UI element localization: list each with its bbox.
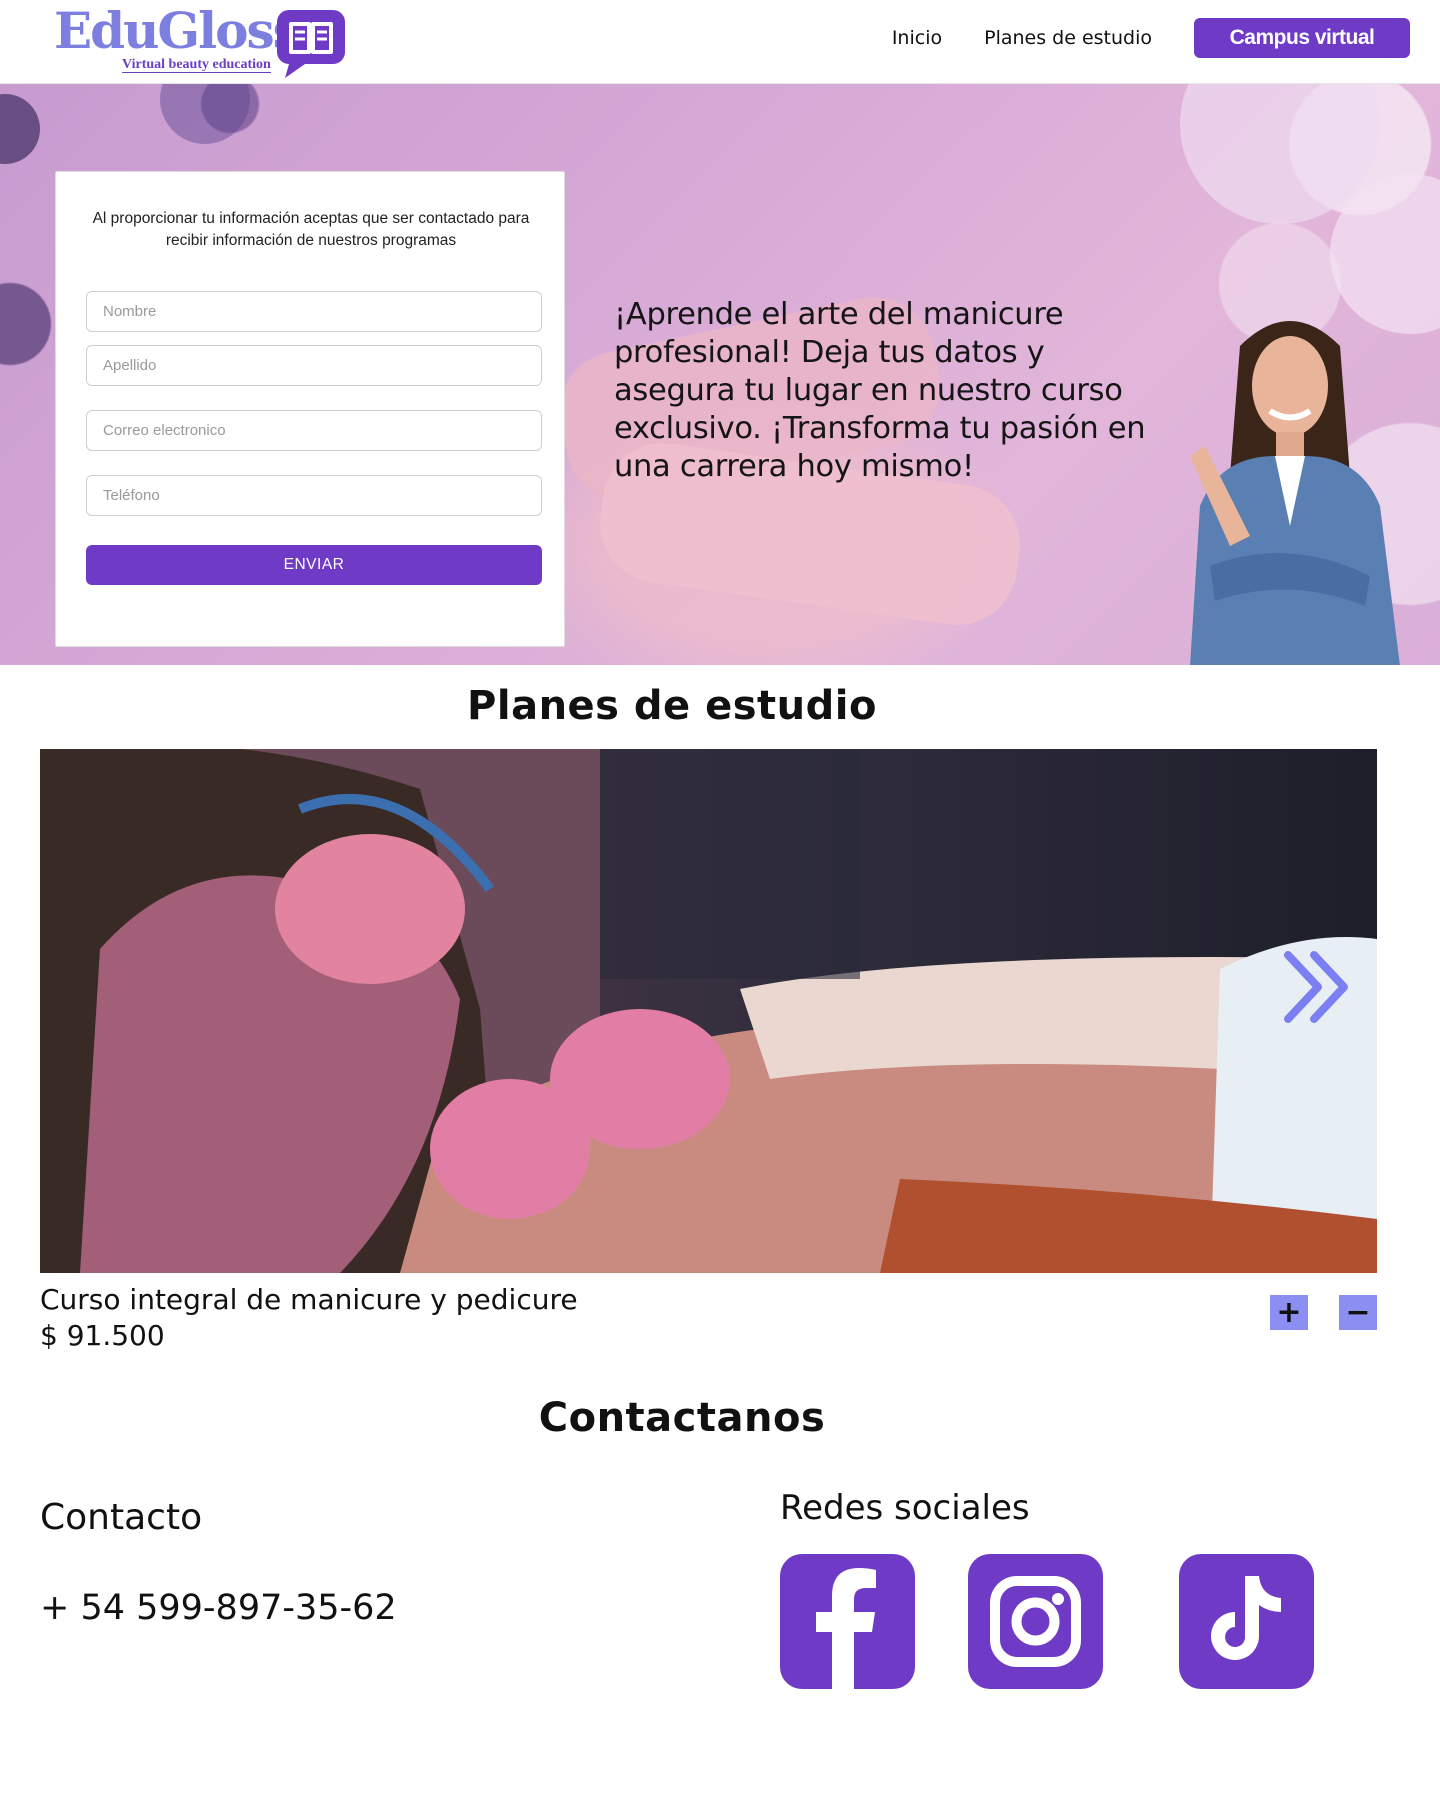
- form-consent-note: Al proporcionar tu información aceptas q…: [92, 210, 530, 249]
- increase-quantity-button[interactable]: +: [1270, 1295, 1308, 1330]
- email-input[interactable]: [86, 410, 542, 451]
- hero-headline: ¡Aprende el arte del manicure profesiona…: [614, 297, 1146, 484]
- contact-heading: Contacto: [40, 1497, 203, 1538]
- next-slide-icon[interactable]: [1280, 949, 1356, 1025]
- contact-title: Contactanos: [538, 1395, 826, 1441]
- course-price: $ 91.500: [40, 1319, 165, 1352]
- plans-title: Planes de estudio: [467, 683, 877, 729]
- course-photo: [40, 749, 1377, 1273]
- edugloss-logo[interactable]: EduGloss Virtual beauty education: [54, 6, 354, 78]
- hero-bg-bottle: [160, 84, 250, 144]
- decrease-quantity-button[interactable]: −: [1339, 1295, 1377, 1330]
- facebook-icon[interactable]: [780, 1554, 915, 1689]
- course-name: Curso integral de manicure y pedicure: [40, 1283, 578, 1316]
- book-bubble-icon: [277, 10, 345, 78]
- lead-form: Al proporcionar tu información aceptas q…: [55, 171, 565, 647]
- main-nav: Inicio Planes de estudio Campus virtual: [892, 18, 1410, 58]
- tiktok-icon[interactable]: [1179, 1554, 1314, 1689]
- social-heading: Redes sociales: [780, 1488, 1030, 1528]
- logo-wordmark: EduGloss: [54, 1, 301, 60]
- instagram-icon[interactable]: [968, 1554, 1103, 1689]
- first-name-input[interactable]: [86, 291, 542, 332]
- hero-bg-bottle: [0, 94, 40, 164]
- logo-tagline: Virtual beauty education: [122, 57, 271, 74]
- student-photo: [1190, 321, 1400, 665]
- last-name-input[interactable]: [86, 345, 542, 386]
- campus-virtual-button[interactable]: Campus virtual: [1194, 18, 1410, 58]
- course-image: [40, 749, 1377, 1273]
- phone-input[interactable]: [86, 475, 542, 516]
- submit-button[interactable]: ENVIAR: [86, 545, 542, 585]
- phone-number[interactable]: + 54 599-897-35-62: [40, 1588, 397, 1628]
- nav-link-plans[interactable]: Planes de estudio: [984, 27, 1152, 49]
- nav-link-home[interactable]: Inicio: [892, 27, 942, 49]
- site-header: EduGloss Virtual beauty education Inicio…: [0, 0, 1440, 84]
- hero-banner: Al proporcionar tu información aceptas q…: [0, 84, 1440, 665]
